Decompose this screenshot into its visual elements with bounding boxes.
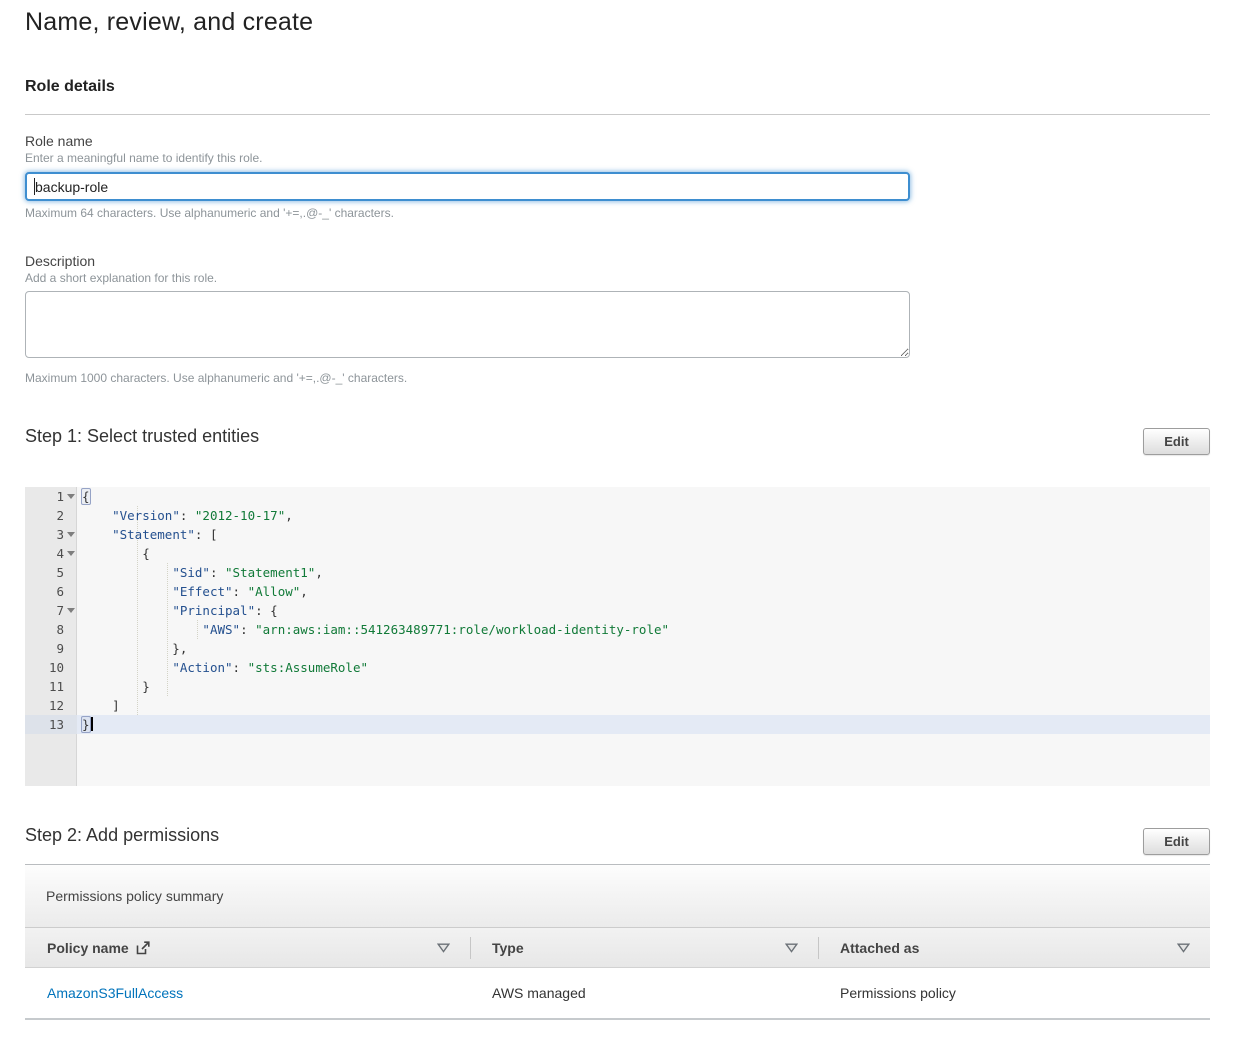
role-details-divider: [25, 114, 1210, 115]
step2-heading: Step 2: Add permissions: [25, 825, 219, 846]
code-line[interactable]: 12 ]: [25, 696, 1210, 715]
active-line-highlight: [25, 715, 1210, 734]
gutter-cell: 13: [25, 715, 77, 734]
column-header-attached-as: Attached as: [818, 928, 1210, 967]
line-number: 8: [56, 620, 64, 639]
line-number: 9: [56, 639, 64, 658]
code-text: "Sid": "Statement1",: [77, 563, 323, 582]
code-text: "AWS": "arn:aws:iam::541263489771:role/w…: [77, 620, 669, 639]
policy-attached-as-cell: Permissions policy: [818, 968, 1210, 1018]
code-text: },: [77, 639, 187, 658]
gutter-cell: 3: [25, 525, 77, 544]
code-text: ]: [77, 696, 120, 715]
description-helper: Add a short explanation for this role.: [25, 271, 217, 285]
code-line[interactable]: 9 },: [25, 639, 1210, 658]
trust-policy-json-editor[interactable]: 1{2 "Version": "2012-10-17",3 "Statement…: [25, 487, 1210, 786]
gutter-cell: 6: [25, 582, 77, 601]
line-number: 10: [49, 658, 64, 677]
line-number: 12: [49, 696, 64, 715]
gutter-cell: 10: [25, 658, 77, 677]
gutter-cell: 12: [25, 696, 77, 715]
column-header-policy-name: Policy name: [25, 928, 470, 967]
description-label: Description: [25, 253, 95, 269]
gutter-cell: 4: [25, 544, 77, 563]
policy-name-link[interactable]: AmazonS3FullAccess: [47, 985, 183, 1001]
code-text: {: [77, 544, 150, 563]
code-line[interactable]: 5 "Sid": "Statement1",: [25, 563, 1210, 582]
code-line[interactable]: 8 "AWS": "arn:aws:iam::541263489771:role…: [25, 620, 1210, 639]
code-line[interactable]: 1{: [25, 487, 1210, 506]
code-text: "Principal": {: [77, 601, 278, 620]
code-text: "Action": "sts:AssumeRole": [77, 658, 368, 677]
permissions-summary-panel: Permissions policy summary Policy name T…: [25, 864, 1210, 1020]
role-name-input[interactable]: [25, 172, 910, 201]
policy-name-filter-dropdown-icon[interactable]: [437, 940, 450, 956]
role-details-heading: Role details: [25, 78, 115, 96]
step2-edit-button[interactable]: Edit: [1143, 828, 1210, 855]
attached-as-filter-dropdown-icon[interactable]: [1177, 940, 1190, 956]
code-line[interactable]: 13}: [25, 715, 1210, 734]
line-number: 4: [56, 544, 64, 563]
role-name-constraint: Maximum 64 characters. Use alphanumeric …: [25, 206, 394, 220]
fold-toggle-icon[interactable]: [67, 551, 75, 556]
policy-type-cell: AWS managed: [470, 968, 818, 1018]
step1-heading: Step 1: Select trusted entities: [25, 426, 259, 447]
editor-lines: 1{2 "Version": "2012-10-17",3 "Statement…: [25, 487, 1210, 734]
description-constraint: Maximum 1000 characters. Use alphanumeri…: [25, 371, 407, 385]
policy-table-row: AmazonS3FullAccess AWS managed Permissio…: [25, 968, 1210, 1020]
fold-toggle-icon[interactable]: [67, 532, 75, 537]
gutter-cell: 1: [25, 487, 77, 506]
line-number: 13: [49, 715, 64, 734]
fold-toggle-icon[interactable]: [67, 494, 75, 499]
step1-edit-button[interactable]: Edit: [1143, 428, 1210, 455]
gutter-cell: 9: [25, 639, 77, 658]
code-text: }: [77, 715, 93, 734]
line-number: 1: [56, 487, 64, 506]
code-line[interactable]: 3 "Statement": [: [25, 525, 1210, 544]
line-number: 6: [56, 582, 64, 601]
external-link-icon: [136, 941, 150, 955]
gutter-cell: 8: [25, 620, 77, 639]
role-name-input-wrap: [25, 172, 910, 201]
policy-table-header: Policy name Type Attached as: [25, 928, 1210, 968]
column-header-type: Type: [470, 928, 818, 967]
editor-caret: [91, 717, 93, 731]
code-text: "Statement": [: [77, 525, 217, 544]
line-number: 2: [56, 506, 64, 525]
code-text: "Effect": "Allow",: [77, 582, 308, 601]
code-line[interactable]: 7 "Principal": {: [25, 601, 1210, 620]
code-line[interactable]: 11 }: [25, 677, 1210, 696]
policy-name-cell: AmazonS3FullAccess: [25, 968, 470, 1018]
code-line[interactable]: 6 "Effect": "Allow",: [25, 582, 1210, 601]
gutter-cell: 2: [25, 506, 77, 525]
text-caret: [34, 178, 35, 195]
code-line[interactable]: 2 "Version": "2012-10-17",: [25, 506, 1210, 525]
code-text: }: [77, 677, 150, 696]
description-textarea[interactable]: [25, 291, 910, 358]
gutter-cell: 5: [25, 563, 77, 582]
code-line[interactable]: 10 "Action": "sts:AssumeRole": [25, 658, 1210, 677]
code-line[interactable]: 4 {: [25, 544, 1210, 563]
role-name-label: Role name: [25, 133, 93, 149]
line-number: 7: [56, 601, 64, 620]
gutter-cell: 7: [25, 601, 77, 620]
type-filter-dropdown-icon[interactable]: [785, 940, 798, 956]
permissions-panel-title: Permissions policy summary: [46, 888, 223, 904]
page-title: Name, review, and create: [25, 8, 313, 37]
line-number: 5: [56, 563, 64, 582]
role-name-helper: Enter a meaningful name to identify this…: [25, 151, 262, 165]
permissions-panel-header: Permissions policy summary: [25, 865, 1210, 928]
line-number: 3: [56, 525, 64, 544]
code-text: "Version": "2012-10-17",: [77, 506, 293, 525]
line-number: 11: [49, 677, 64, 696]
fold-toggle-icon[interactable]: [67, 608, 75, 613]
gutter-cell: 11: [25, 677, 77, 696]
name-review-create-page: Name, review, and create Role details Ro…: [0, 0, 1242, 1037]
code-text: {: [77, 487, 90, 506]
